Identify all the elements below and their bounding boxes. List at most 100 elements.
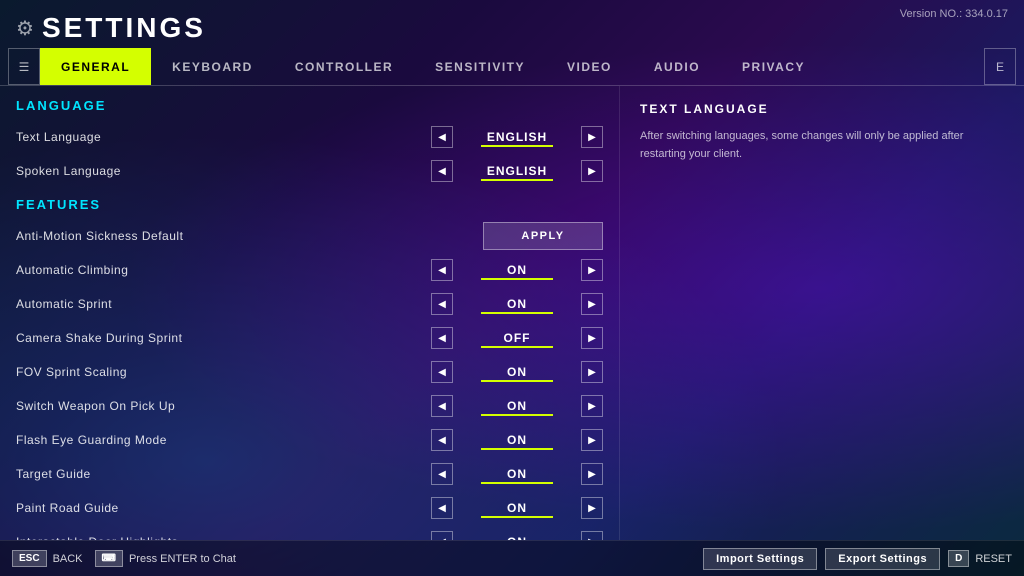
text-language-prev[interactable]: ◀ <box>431 126 453 148</box>
target-guide-row: Target Guide ◀ ON ▶ <box>16 458 603 490</box>
target-guide-next[interactable]: ▶ <box>581 463 603 485</box>
version-info: Version NO.: 334.0.17 <box>900 8 1008 20</box>
reset-label: RESET <box>975 553 1012 565</box>
text-language-value: ENGLISH <box>457 130 577 144</box>
flash-eye-row: Flash Eye Guarding Mode ◀ ON ▶ <box>16 424 603 456</box>
anti-motion-control: APPLY <box>483 222 603 250</box>
keyboard-icon: ⌨ <box>95 550 123 567</box>
language-section: LANGUAGE Text Language ◀ ENGLISH ▶ Spoke… <box>16 98 603 187</box>
camera-shake-next[interactable]: ▶ <box>581 327 603 349</box>
tab-controller[interactable]: CONTROLLER <box>274 48 414 85</box>
esc-key-badge: ESC <box>12 550 47 567</box>
spoken-language-control: ◀ ENGLISH ▶ <box>431 160 603 182</box>
door-highlights-value: ON <box>457 535 577 540</box>
target-guide-value: ON <box>457 467 577 481</box>
flash-eye-value: ON <box>457 433 577 447</box>
anti-motion-label: Anti-Motion Sickness Default <box>16 229 483 243</box>
auto-climbing-row: Automatic Climbing ◀ ON ▶ <box>16 254 603 286</box>
door-highlights-control: ◀ ON ▶ <box>431 531 603 540</box>
anti-motion-apply[interactable]: APPLY <box>483 222 603 250</box>
right-panel: TEXT LANGUAGE After switching languages,… <box>620 86 1024 540</box>
door-highlights-prev[interactable]: ◀ <box>431 531 453 540</box>
door-highlights-next[interactable]: ▶ <box>581 531 603 540</box>
footer: ESC BACK ⌨ Press ENTER to Chat Import Se… <box>0 540 1024 576</box>
switch-weapon-label: Switch Weapon On Pick Up <box>16 399 431 413</box>
switch-weapon-control: ◀ ON ▶ <box>431 395 603 417</box>
text-language-label: Text Language <box>16 130 431 144</box>
spoken-language-label: Spoken Language <box>16 164 431 178</box>
tab-keyboard[interactable]: KEYBOARD <box>151 48 274 85</box>
spoken-language-next[interactable]: ▶ <box>581 160 603 182</box>
reset-key-badge: D <box>948 550 969 567</box>
camera-shake-control: ◀ OFF ▶ <box>431 327 603 349</box>
auto-sprint-prev[interactable]: ◀ <box>431 293 453 315</box>
door-highlights-row: Interactable Door Highlights ◀ ON ▶ <box>16 526 603 540</box>
chat-label: Press ENTER to Chat <box>129 553 236 565</box>
switch-weapon-value: ON <box>457 399 577 413</box>
fov-sprint-label: FOV Sprint Scaling <box>16 365 431 379</box>
switch-weapon-row: Switch Weapon On Pick Up ◀ ON ▶ <box>16 390 603 422</box>
main-content: LANGUAGE Text Language ◀ ENGLISH ▶ Spoke… <box>0 86 1024 540</box>
paint-road-next[interactable]: ▶ <box>581 497 603 519</box>
fov-sprint-value: ON <box>457 365 577 379</box>
language-section-title: LANGUAGE <box>16 98 603 113</box>
export-settings-button[interactable]: Export Settings <box>825 548 940 570</box>
footer-right: Import Settings Export Settings D RESET <box>703 548 1012 570</box>
settings-icon: ⚙ <box>16 16 34 41</box>
flash-eye-control: ◀ ON ▶ <box>431 429 603 451</box>
anti-motion-row: Anti-Motion Sickness Default APPLY <box>16 220 603 252</box>
flash-eye-label: Flash Eye Guarding Mode <box>16 433 431 447</box>
camera-shake-row: Camera Shake During Sprint ◀ OFF ▶ <box>16 322 603 354</box>
features-section: FEATURES Anti-Motion Sickness Default AP… <box>16 197 603 540</box>
features-section-title: FEATURES <box>16 197 603 212</box>
help-text: After switching languages, some changes … <box>640 128 1004 163</box>
auto-climbing-value: ON <box>457 263 577 277</box>
target-guide-control: ◀ ON ▶ <box>431 463 603 485</box>
text-language-control: ◀ ENGLISH ▶ <box>431 126 603 148</box>
spoken-language-prev[interactable]: ◀ <box>431 160 453 182</box>
auto-sprint-next[interactable]: ▶ <box>581 293 603 315</box>
paint-road-control: ◀ ON ▶ <box>431 497 603 519</box>
import-settings-button[interactable]: Import Settings <box>703 548 817 570</box>
reset-button[interactable]: D RESET <box>948 550 1012 567</box>
auto-climbing-control: ◀ ON ▶ <box>431 259 603 281</box>
nav-left-icon[interactable]: ☰ <box>8 48 40 85</box>
paint-road-label: Paint Road Guide <box>16 501 431 515</box>
switch-weapon-prev[interactable]: ◀ <box>431 395 453 417</box>
back-button[interactable]: ESC BACK <box>12 550 83 567</box>
flash-eye-next[interactable]: ▶ <box>581 429 603 451</box>
target-guide-label: Target Guide <box>16 467 431 481</box>
camera-shake-value: OFF <box>457 331 577 345</box>
spoken-language-row: Spoken Language ◀ ENGLISH ▶ <box>16 155 603 187</box>
left-panel: LANGUAGE Text Language ◀ ENGLISH ▶ Spoke… <box>0 86 620 540</box>
tab-privacy[interactable]: PRIVACY <box>721 48 826 85</box>
camera-shake-prev[interactable]: ◀ <box>431 327 453 349</box>
tab-audio[interactable]: AUDIO <box>633 48 721 85</box>
back-label: BACK <box>53 553 83 565</box>
footer-left: ESC BACK ⌨ Press ENTER to Chat <box>12 550 236 567</box>
fov-sprint-prev[interactable]: ◀ <box>431 361 453 383</box>
auto-sprint-value: ON <box>457 297 577 311</box>
spoken-language-value: ENGLISH <box>457 164 577 178</box>
auto-sprint-label: Automatic Sprint <box>16 297 431 311</box>
flash-eye-prev[interactable]: ◀ <box>431 429 453 451</box>
fov-sprint-next[interactable]: ▶ <box>581 361 603 383</box>
tab-video[interactable]: VIDEO <box>546 48 633 85</box>
target-guide-prev[interactable]: ◀ <box>431 463 453 485</box>
auto-sprint-row: Automatic Sprint ◀ ON ▶ <box>16 288 603 320</box>
fov-sprint-control: ◀ ON ▶ <box>431 361 603 383</box>
switch-weapon-next[interactable]: ▶ <box>581 395 603 417</box>
chat-button: ⌨ Press ENTER to Chat <box>95 550 236 567</box>
nav-tabs: ☰ GENERAL KEYBOARD CONTROLLER SENSITIVIT… <box>0 48 1024 86</box>
nav-right-icon[interactable]: E <box>984 48 1016 85</box>
paint-road-value: ON <box>457 501 577 515</box>
auto-climbing-label: Automatic Climbing <box>16 263 431 277</box>
text-language-next[interactable]: ▶ <box>581 126 603 148</box>
tab-sensitivity[interactable]: SENSITIVITY <box>414 48 546 85</box>
page-title: SETTINGS <box>42 12 206 44</box>
tab-general[interactable]: GENERAL <box>40 48 151 85</box>
header: ⚙ SETTINGS Version NO.: 334.0.17 <box>0 0 1024 48</box>
auto-climbing-prev[interactable]: ◀ <box>431 259 453 281</box>
paint-road-prev[interactable]: ◀ <box>431 497 453 519</box>
auto-climbing-next[interactable]: ▶ <box>581 259 603 281</box>
